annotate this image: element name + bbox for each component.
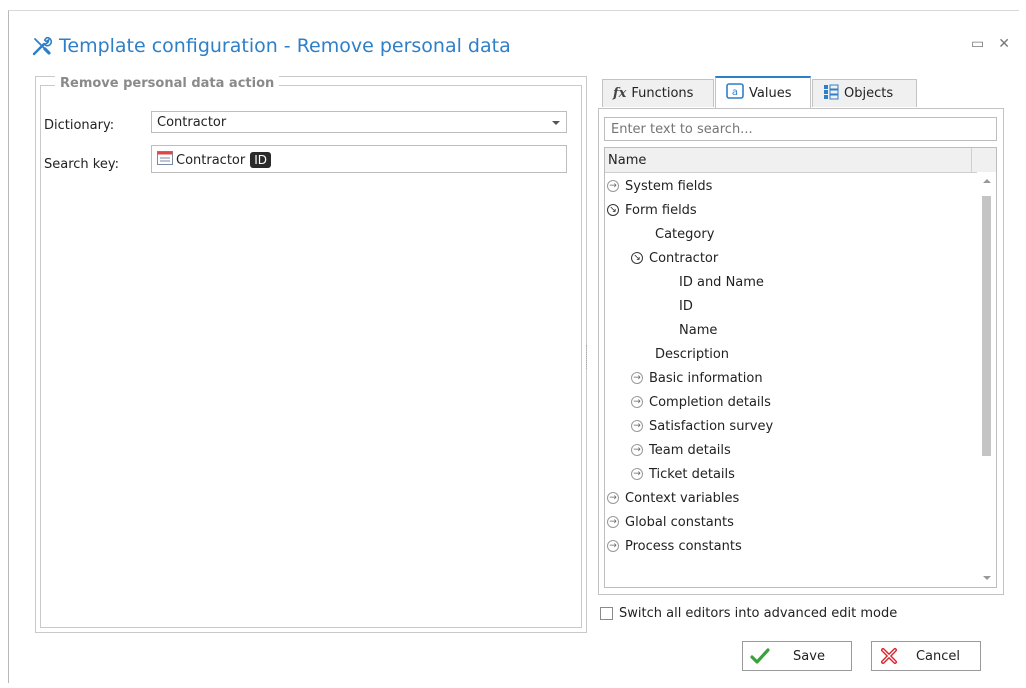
- advanced-mode-label: Switch all editors into advanced edit mo…: [619, 606, 898, 621]
- tree-item-label: ID: [679, 298, 693, 314]
- tab-functions-label: Functions: [631, 86, 694, 101]
- scroll-up-icon[interactable]: [983, 179, 991, 183]
- tree-item-label: ID and Name: [679, 274, 764, 290]
- checkmark-icon: [747, 647, 773, 665]
- search-key-label: Search key:: [44, 157, 119, 172]
- tree-item-label: Context variables: [625, 490, 740, 506]
- dictionary-select[interactable]: Contractor: [151, 111, 567, 133]
- tree-item[interactable]: → Ticket details: [631, 462, 735, 486]
- tree-item[interactable]: → Context variables: [607, 486, 739, 510]
- dictionary-value: Contractor: [157, 115, 227, 130]
- save-button-label: Save: [793, 648, 825, 664]
- collapse-icon[interactable]: ↘: [631, 252, 643, 264]
- advanced-mode-option[interactable]: Switch all editors into advanced edit mo…: [600, 606, 897, 621]
- tree-item[interactable]: ↘ Form fields: [607, 198, 697, 222]
- tree-item-label: Category: [655, 226, 715, 242]
- scroll-thumb[interactable]: [982, 196, 991, 456]
- tab-objects-label: Objects: [844, 86, 894, 101]
- svg-text:a: a: [732, 87, 738, 98]
- expand-icon[interactable]: →: [631, 372, 643, 384]
- tree-item-label: Form fields: [625, 202, 697, 218]
- dialog-title-text: Template configuration - Remove personal…: [59, 35, 511, 57]
- tree-item[interactable]: ID and Name: [679, 270, 764, 294]
- expand-icon[interactable]: →: [607, 516, 619, 528]
- expand-icon[interactable]: →: [607, 540, 619, 552]
- search-key-badge: ID: [250, 152, 272, 168]
- tree-item-label: Ticket details: [649, 466, 735, 482]
- tab-functions[interactable]: fx Functions: [602, 79, 714, 107]
- tree-item[interactable]: → Global constants: [607, 510, 734, 534]
- objects-icon: [823, 84, 839, 104]
- dictionary-label: Dictionary:: [44, 118, 115, 133]
- expand-icon[interactable]: →: [607, 492, 619, 504]
- expand-icon[interactable]: →: [631, 468, 643, 480]
- tab-values[interactable]: a Values: [715, 76, 811, 108]
- dialog-title: Template configuration - Remove personal…: [31, 33, 511, 59]
- tree-item[interactable]: → Satisfaction survey: [631, 414, 773, 438]
- advanced-mode-checkbox[interactable]: [600, 607, 613, 620]
- group-title: Remove personal data action: [55, 76, 280, 91]
- values-search-input[interactable]: [604, 117, 997, 141]
- tab-values-label: Values: [749, 85, 792, 101]
- values-tree: Name → System fields ↘ Form fields Category ↘…: [604, 147, 997, 588]
- tree-item[interactable]: → Process constants: [607, 534, 742, 558]
- expand-icon[interactable]: →: [631, 396, 643, 408]
- search-key-field[interactable]: Contractor ID: [151, 145, 567, 173]
- expand-icon[interactable]: →: [607, 180, 619, 192]
- tree-item-label: Contractor: [649, 250, 719, 266]
- tree-item-label: Satisfaction survey: [649, 418, 774, 434]
- column-separator: [971, 148, 972, 172]
- tab-objects[interactable]: Objects: [812, 79, 917, 107]
- tree-item[interactable]: ID: [679, 294, 693, 318]
- search-key-token-label: Contractor: [176, 152, 246, 168]
- panel-splitter[interactable]: [586, 345, 588, 369]
- tree-item-label: Completion details: [649, 394, 771, 410]
- cancel-icon: [876, 646, 902, 666]
- tree-item-label: Name: [679, 322, 718, 338]
- tree-item[interactable]: → Basic information: [631, 366, 763, 390]
- form-field-icon: [157, 151, 173, 169]
- cancel-button-label: Cancel: [915, 648, 961, 664]
- tree-item[interactable]: → System fields: [607, 174, 712, 198]
- tree-item[interactable]: → Team details: [631, 438, 731, 462]
- search-key-token[interactable]: Contractor ID: [157, 150, 272, 170]
- tree-item[interactable]: → Completion details: [631, 390, 771, 414]
- tree-item-label: System fields: [625, 178, 713, 194]
- action-settings-panel: Remove personal data action Dictionary: …: [35, 76, 587, 633]
- tree-item[interactable]: Category: [655, 222, 714, 246]
- action-group: Remove personal data action Dictionary: …: [40, 76, 582, 628]
- window-controls: ▭ ✕: [971, 36, 1010, 52]
- tree-item-label: Team details: [649, 442, 731, 458]
- save-button[interactable]: Save: [742, 641, 852, 671]
- values-icon: a: [726, 83, 744, 103]
- chevron-down-icon[interactable]: [552, 121, 560, 125]
- function-icon: fx: [613, 86, 627, 101]
- tools-icon: [31, 35, 53, 57]
- tree-scrollbar[interactable]: [977, 172, 996, 587]
- values-panel: Name → System fields ↘ Form fields Category ↘…: [598, 108, 1004, 595]
- tree-item-label: Description: [655, 346, 730, 362]
- tree-column-header[interactable]: Name: [605, 148, 996, 173]
- tree-item-label: Basic information: [649, 370, 763, 386]
- tree-item[interactable]: Name: [679, 318, 717, 342]
- tree-item[interactable]: Description: [655, 342, 729, 366]
- tree-column-name: Name: [608, 152, 647, 168]
- close-icon[interactable]: ✕: [998, 36, 1010, 52]
- cancel-button[interactable]: Cancel: [871, 641, 981, 671]
- scroll-down-icon[interactable]: [983, 576, 991, 580]
- maximize-icon[interactable]: ▭: [971, 36, 984, 52]
- expand-icon[interactable]: →: [631, 444, 643, 456]
- expand-icon[interactable]: →: [631, 420, 643, 432]
- tree-item-label: Process constants: [625, 538, 742, 554]
- collapse-icon[interactable]: ↘: [607, 204, 619, 216]
- tree-item[interactable]: ↘ Contractor: [631, 246, 718, 270]
- tree-item-label: Global constants: [625, 514, 734, 530]
